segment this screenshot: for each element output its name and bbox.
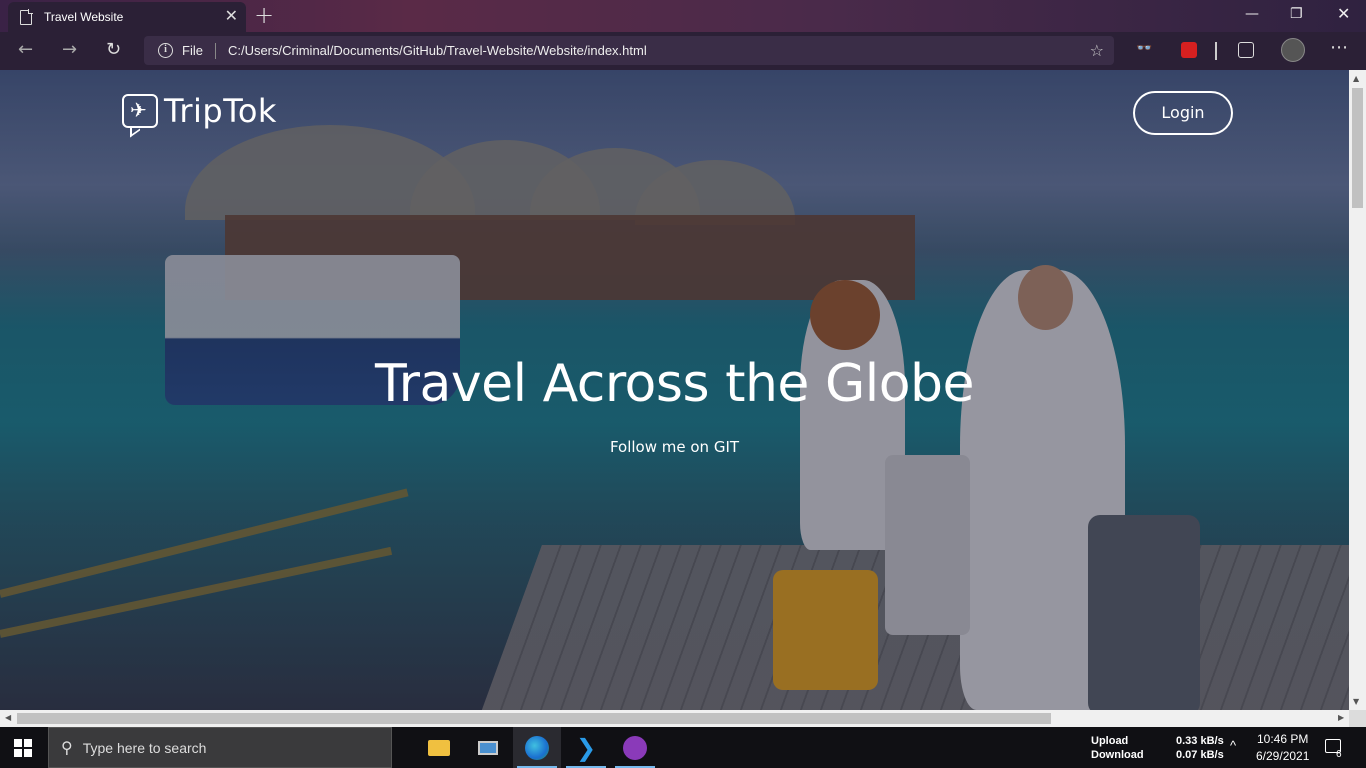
more-menu-icon[interactable]: ⋯	[1330, 38, 1348, 58]
scroll-right-arrow-icon[interactable]: ▶	[1338, 713, 1344, 722]
github-icon	[623, 735, 647, 760]
vertical-scrollbar[interactable]: ▲ ▼	[1349, 70, 1366, 710]
taskbar-file-explorer[interactable]	[415, 727, 463, 768]
search-icon: ⚲	[61, 738, 73, 757]
search-placeholder: Type here to search	[82, 739, 207, 756]
horizontal-scroll-thumb[interactable]	[17, 713, 1051, 724]
tray-expand-icon[interactable]: ^	[1230, 739, 1236, 753]
scrollbar-corner	[1349, 710, 1366, 727]
document-icon	[20, 8, 33, 25]
forward-button[interactable]: →	[62, 40, 77, 60]
login-button[interactable]: Login	[1133, 91, 1233, 135]
file-label: File	[182, 43, 203, 58]
vertical-scroll-thumb[interactable]	[1352, 88, 1363, 208]
browser-titlebar: Travel Website ✕ + — ❐ ✕	[0, 0, 1366, 32]
net-download-rate: 0.07 kB/s	[1176, 749, 1224, 761]
taskbar-edge[interactable]	[513, 727, 561, 768]
address-bar[interactable]: i File C:/Users/Criminal/Documents/GitHu…	[144, 36, 1114, 65]
horizontal-scrollbar[interactable]: ◀ ▶	[0, 710, 1349, 727]
laptop-icon	[478, 740, 498, 755]
hero-title: Travel Across the Globe	[374, 354, 975, 414]
net-upload-rate: 0.33 kB/s	[1176, 735, 1224, 747]
back-button[interactable]: ←	[18, 40, 33, 60]
scroll-down-arrow-icon[interactable]: ▼	[1353, 697, 1359, 706]
refresh-button[interactable]: ↻	[106, 40, 121, 60]
taskbar-github-desktop[interactable]	[611, 727, 659, 768]
clock-time[interactable]: 10:46 PM	[1257, 732, 1308, 746]
collections-icon[interactable]	[1238, 42, 1254, 58]
logo-text: TripTok	[164, 92, 277, 130]
airplane-icon: ✈	[130, 98, 147, 122]
profile-avatar[interactable]	[1281, 38, 1305, 62]
vscode-icon: ❯	[575, 733, 597, 762]
taskbar-laptop-app[interactable]	[464, 727, 512, 768]
hero-subtitle-link[interactable]: Follow me on GIT	[0, 438, 1349, 456]
new-tab-button[interactable]: +	[254, 3, 274, 27]
notification-count: 6	[1336, 749, 1342, 760]
clock-date[interactable]: 6/29/2021	[1256, 749, 1309, 763]
url-text[interactable]: C:/Users/Criminal/Documents/GitHub/Trave…	[228, 43, 647, 58]
taskbar-vscode[interactable]: ❯	[562, 727, 610, 768]
logo-chat-plane-icon: ✈	[122, 94, 158, 128]
tab-title: Travel Website	[44, 10, 124, 24]
extension-icon[interactable]: 👓	[1136, 41, 1152, 57]
folder-icon	[428, 739, 450, 756]
close-window-button[interactable]: ✕	[1337, 4, 1350, 23]
media-extension-icon[interactable]	[1181, 42, 1197, 58]
browser-tab[interactable]: Travel Website ✕	[8, 2, 246, 32]
address-separator	[214, 42, 216, 59]
windows-start-icon[interactable]	[14, 739, 32, 757]
site-logo[interactable]: ✈ TripTok	[122, 92, 277, 130]
taskbar-search-box[interactable]: ⚲ Type here to search	[48, 727, 392, 768]
web-page: ✈ TripTok Login Travel Across the Globe …	[0, 70, 1349, 710]
restore-button[interactable]: ❐	[1290, 6, 1303, 22]
net-upload-label: Upload	[1091, 735, 1129, 747]
scroll-left-arrow-icon[interactable]: ◀	[5, 713, 11, 722]
add-favorite-icon[interactable]: ☆	[1090, 41, 1104, 60]
net-download-label: Download	[1091, 749, 1144, 761]
browser-toolbar: ← → ↻ i File C:/Users/Criminal/Documents…	[0, 32, 1366, 70]
scroll-up-arrow-icon[interactable]: ▲	[1353, 74, 1359, 83]
minimize-button[interactable]: —	[1245, 6, 1259, 22]
taskbar: ⚲ Type here to search ❯ Upload Download …	[0, 727, 1366, 768]
toolbar-divider	[1215, 42, 1217, 60]
info-icon[interactable]: i	[158, 43, 173, 58]
close-tab-icon[interactable]: ✕	[225, 8, 238, 24]
edge-icon	[525, 735, 549, 760]
